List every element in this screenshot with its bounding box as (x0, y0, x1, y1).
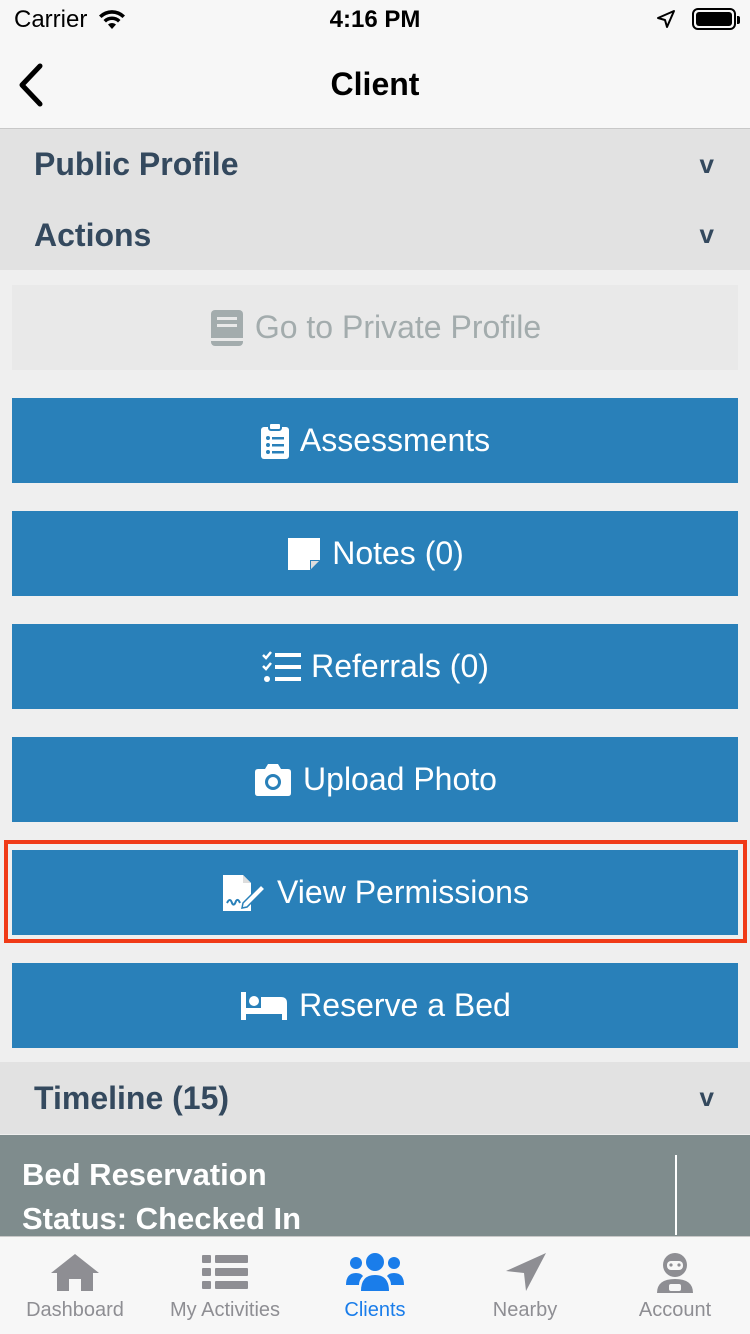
tab-nearby[interactable]: Nearby (450, 1237, 600, 1334)
notes-label: Notes (0) (332, 535, 464, 571)
chevron-down-icon: v (699, 1082, 714, 1112)
go-to-private-profile-button[interactable]: Go to Private Profile (12, 285, 738, 370)
timeline-divider (675, 1155, 677, 1235)
tab-my-activities[interactable]: My Activities (150, 1237, 300, 1334)
location-arrow-icon (506, 1253, 546, 1291)
tab-dashboard[interactable]: Dashboard (0, 1237, 150, 1334)
clipboard-list-icon (260, 421, 290, 460)
home-icon (51, 1254, 99, 1291)
tasks-icon (261, 650, 302, 684)
timeline-section-header[interactable]: Timeline (15) v (0, 1062, 750, 1134)
chevron-down-icon: v (699, 219, 714, 249)
camera-icon (253, 763, 293, 797)
timeline-item-status: Status: Checked In (22, 1201, 302, 1236)
timeline-item-card[interactable]: Bed Reservation Status: Checked In (0, 1135, 750, 1236)
navigation-bar: Client (0, 40, 750, 129)
referrals-button[interactable]: Referrals (0) (12, 624, 738, 709)
tab-account-label: Account (638, 1299, 712, 1321)
status-time: 4:16 PM (329, 6, 421, 33)
upload-photo-button[interactable]: Upload Photo (12, 737, 738, 822)
actions-section-header[interactable]: Actions v (0, 199, 750, 271)
status-bar: Carrier 4:16 PM (0, 0, 750, 40)
public-profile-title: Public Profile (34, 145, 239, 182)
assessments-button[interactable]: Assessments (12, 398, 738, 483)
battery-icon (692, 8, 740, 30)
assessments-label: Assessments (299, 422, 491, 458)
public-profile-section-header[interactable]: Public Profile v (0, 129, 750, 199)
users-icon (346, 1253, 404, 1291)
user-astronaut-icon (657, 1253, 693, 1293)
upload-photo-label: Upload Photo (303, 761, 497, 797)
tab-clients-label: Clients (344, 1299, 406, 1321)
page-title: Client (330, 66, 420, 102)
book-icon (209, 308, 245, 348)
list-icon (202, 1255, 248, 1289)
tab-account[interactable]: Account (600, 1237, 750, 1334)
tab-bar: Dashboard My Activities Clients Nearby A… (0, 1236, 750, 1334)
chevron-left-icon (19, 63, 43, 107)
timeline-title: Timeline (15) (34, 1079, 230, 1116)
client-screen: Carrier 4:16 PM Client Public Profile v (0, 0, 750, 1334)
reserve-a-bed-label: Reserve a Bed (299, 987, 511, 1023)
bed-icon (239, 990, 289, 1022)
timeline-item-title: Bed Reservation (22, 1157, 267, 1192)
tab-nearby-label: Nearby (492, 1299, 558, 1321)
view-permissions-button[interactable]: View Permissions (12, 850, 738, 935)
tab-clients[interactable]: Clients (300, 1237, 450, 1334)
referrals-label: Referrals (0) (311, 648, 489, 684)
view-permissions-label: View Permissions (277, 874, 529, 910)
notes-button[interactable]: Notes (0) (12, 511, 738, 596)
sticky-note-icon (286, 536, 322, 572)
file-signature-icon (221, 873, 267, 913)
tab-dashboard-label: Dashboard (26, 1299, 124, 1321)
actions-title: Actions (34, 216, 152, 253)
tab-my-activities-label: My Activities (169, 1299, 281, 1321)
chevron-down-icon: v (699, 149, 714, 179)
go-to-private-profile-label: Go to Private Profile (254, 309, 542, 345)
reserve-a-bed-button[interactable]: Reserve a Bed (12, 963, 738, 1048)
back-button[interactable] (14, 62, 54, 108)
location-services-icon (657, 10, 675, 28)
